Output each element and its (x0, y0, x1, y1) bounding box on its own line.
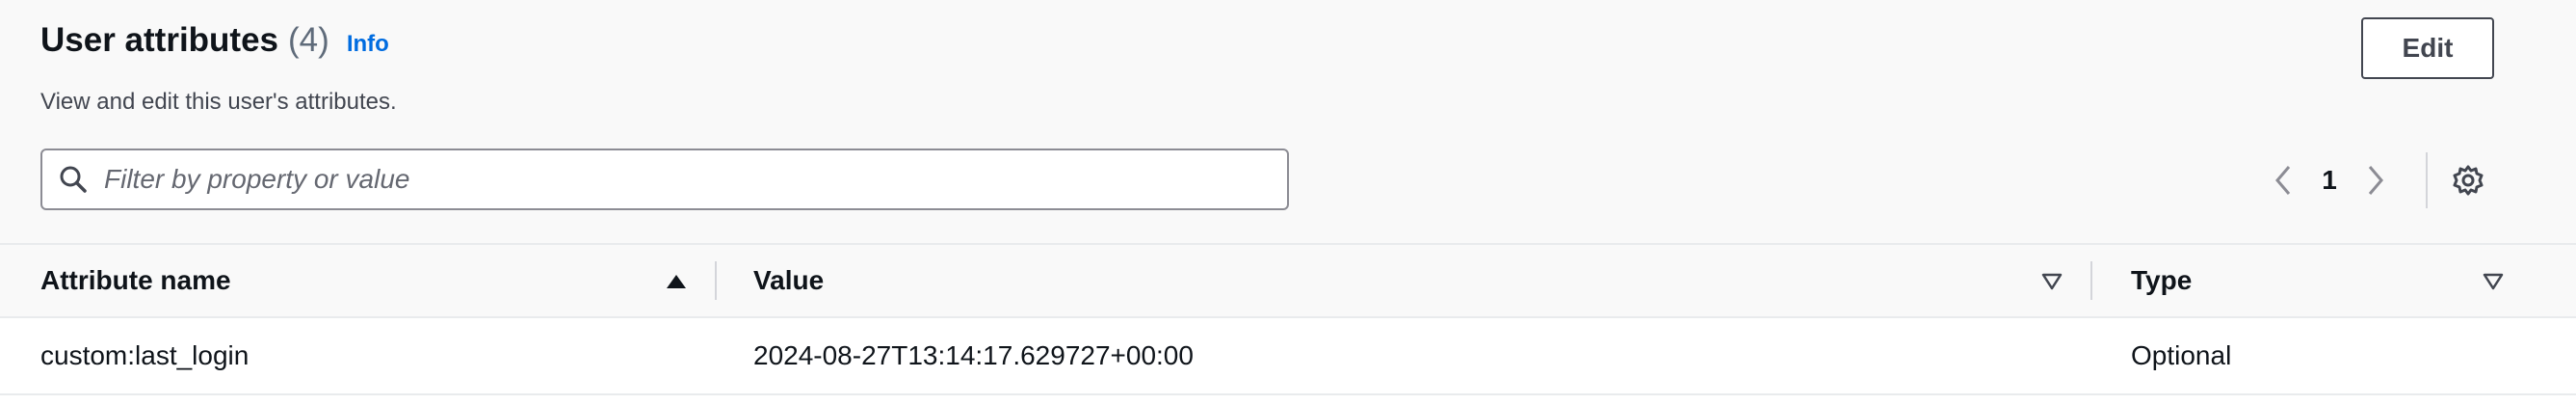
previous-page-button[interactable] (2264, 156, 2302, 204)
edit-button[interactable]: Edit (2361, 17, 2494, 79)
column-header-attribute-name[interactable]: Attribute name (40, 245, 231, 316)
panel-description: View and edit this user's attributes. (40, 89, 397, 115)
settings-gear-icon (2453, 165, 2484, 196)
filter-input[interactable] (102, 163, 1243, 196)
current-page-number[interactable]: 1 (2302, 165, 2356, 196)
pagination: 1 (2264, 156, 2395, 204)
cell-type: Optional (2131, 340, 2232, 370)
user-attributes-panel: User attributes (4) Info View and edit t… (0, 0, 2576, 405)
column-separator[interactable] (715, 261, 717, 300)
table-row[interactable]: custom:last_login 2024-08-27T13:14:17.62… (0, 318, 2576, 395)
title-row: User attributes (4) Info (40, 21, 389, 60)
pagination-divider (2426, 152, 2428, 208)
cell-value: 2024-08-27T13:14:17.629727+00:00 (753, 340, 1194, 370)
column-header-type[interactable]: Type (2131, 245, 2192, 316)
panel-header: User attributes (4) Info View and edit t… (0, 0, 2576, 243)
cell-attribute-name: custom:last_login (40, 340, 250, 370)
panel-title: User attributes (40, 21, 279, 59)
column-header-value[interactable]: Value (753, 245, 824, 316)
attribute-count: (4) (288, 21, 329, 59)
chevron-left-icon (2275, 166, 2291, 195)
column-separator[interactable] (2090, 261, 2092, 300)
sort-ascending-icon[interactable] (665, 270, 688, 293)
table-header: Attribute name Value Type (0, 243, 2576, 318)
info-link[interactable]: Info (347, 31, 389, 58)
search-icon (58, 164, 89, 195)
sort-descending-outline-icon[interactable] (2040, 270, 2063, 293)
preferences-button[interactable] (2447, 159, 2489, 202)
filter-box[interactable] (40, 148, 1289, 210)
next-page-button[interactable] (2356, 156, 2395, 204)
sort-descending-outline-icon[interactable] (2482, 270, 2505, 293)
chevron-right-icon (2368, 166, 2383, 195)
